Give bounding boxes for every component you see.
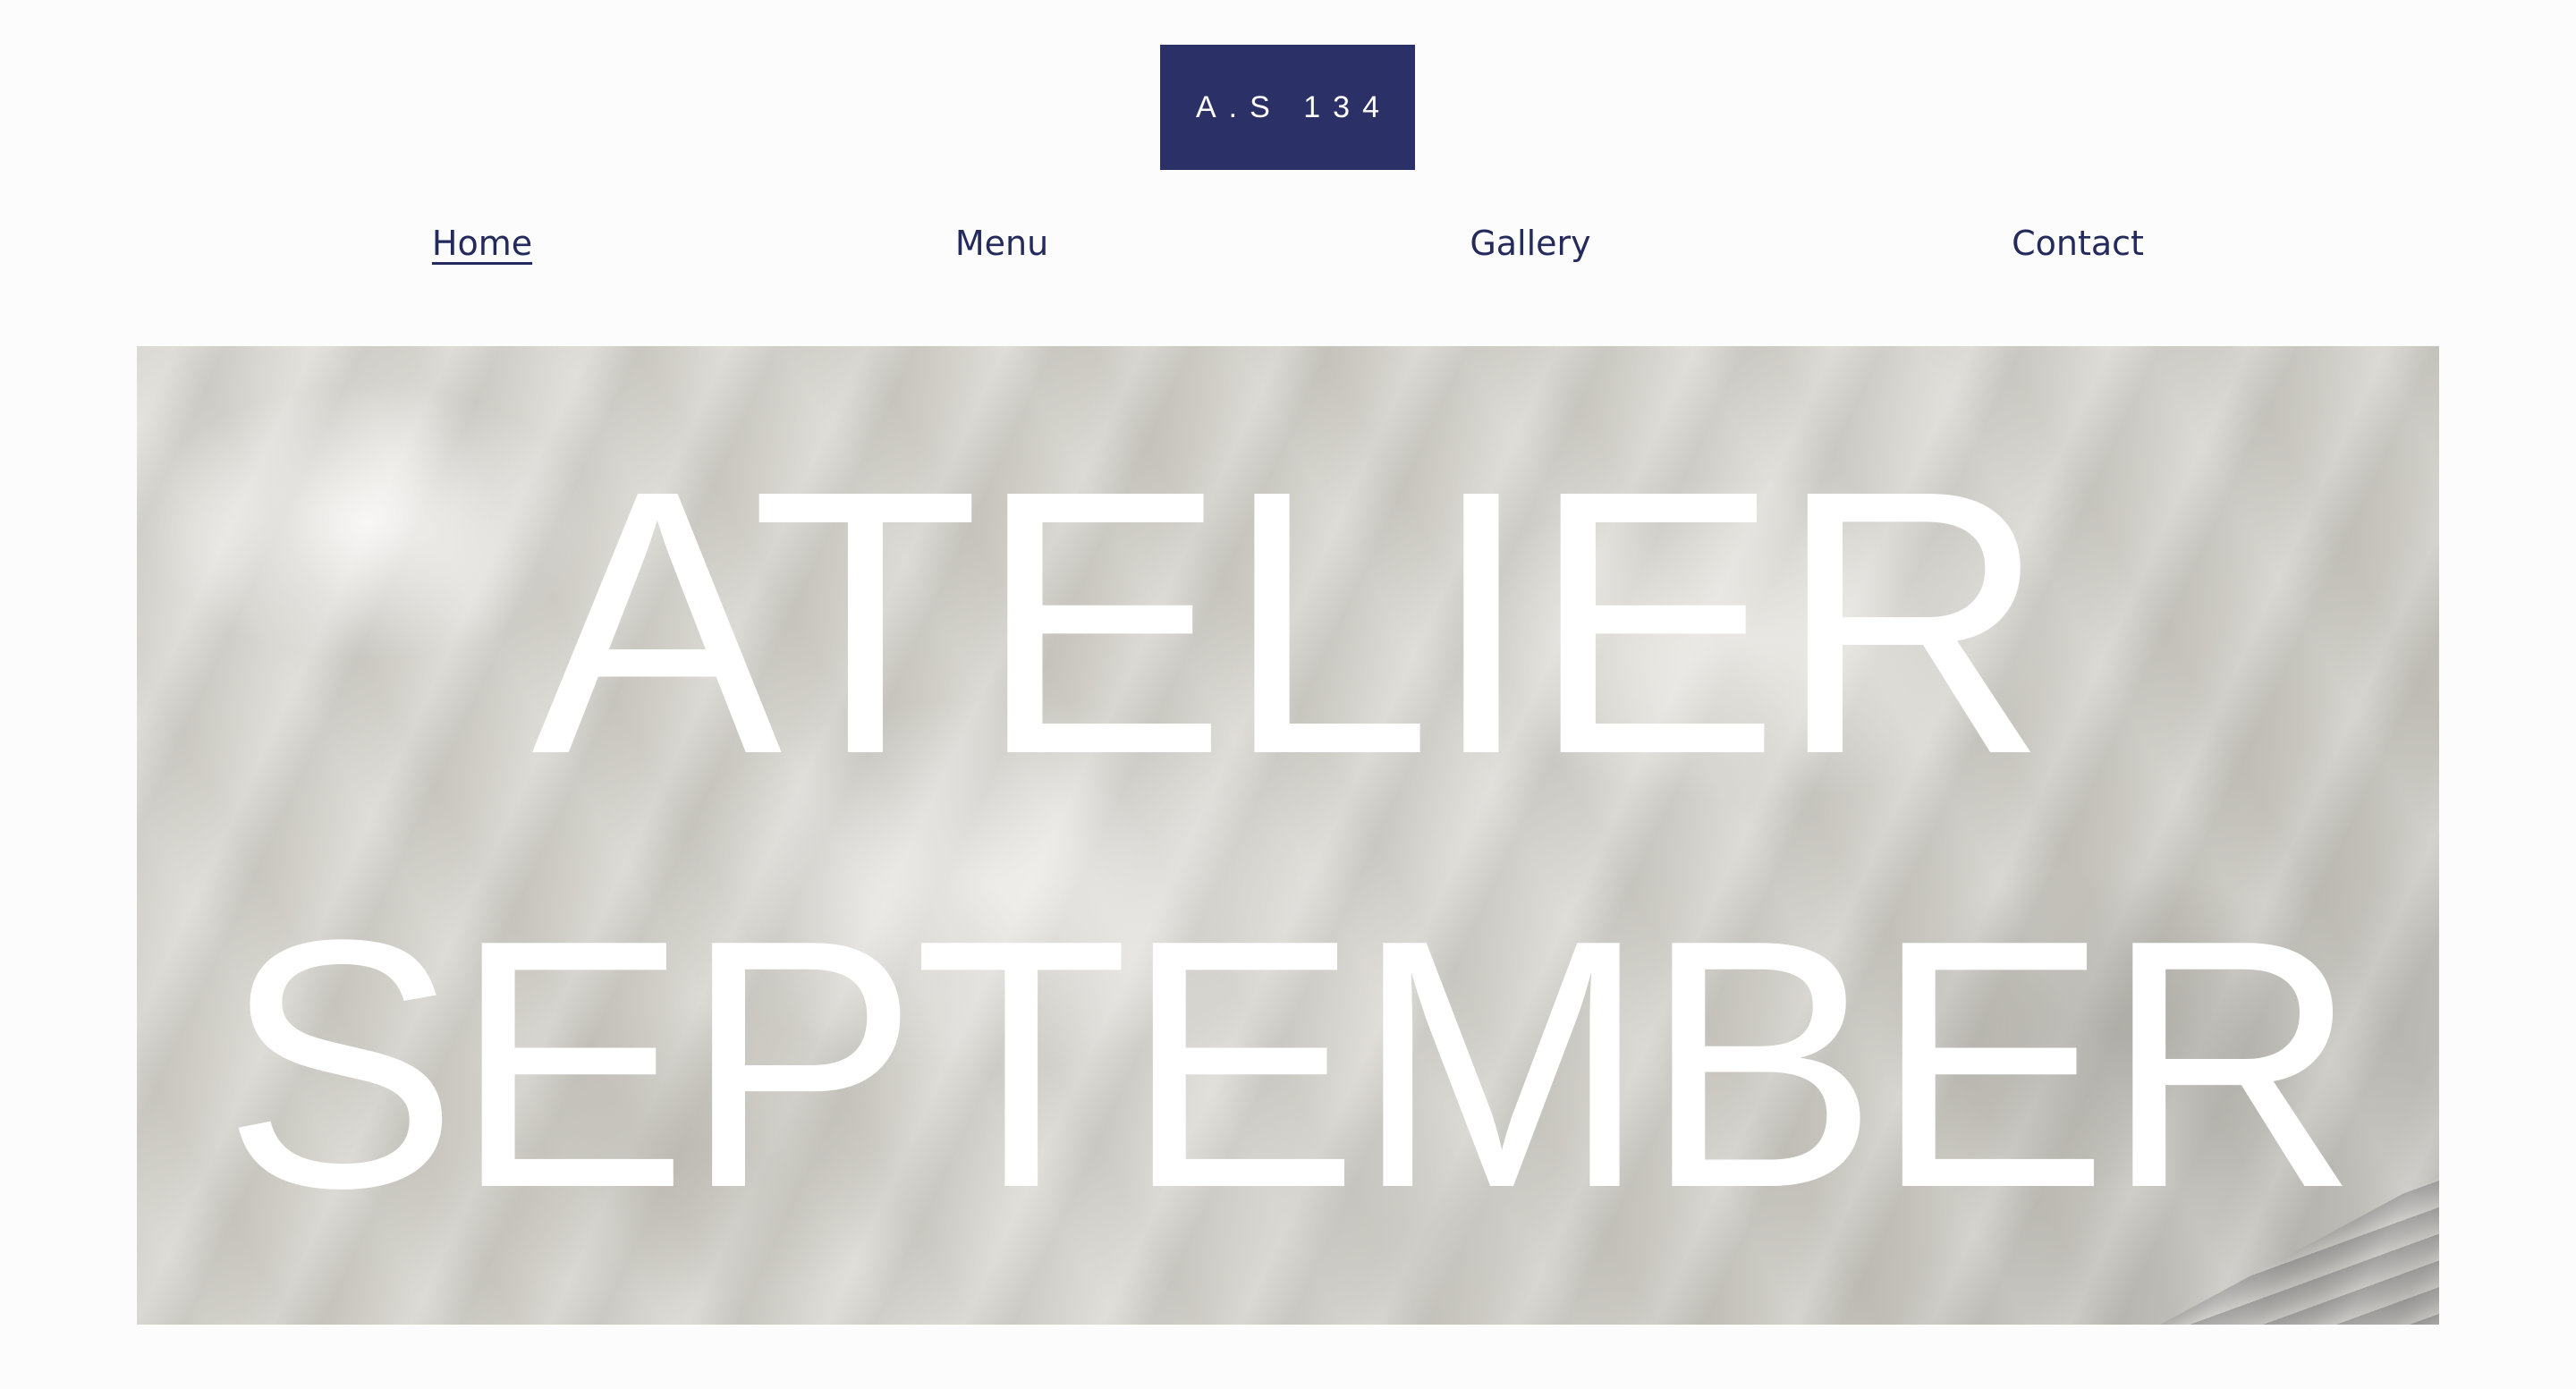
nav-link-home[interactable]: Home xyxy=(432,224,532,270)
nav-link-contact[interactable]: Contact xyxy=(2012,224,2144,270)
nav-link-gallery[interactable]: Gallery xyxy=(1470,224,1590,270)
hero-title: ATELIER SEPTEMBER xyxy=(137,346,2439,1325)
hero-banner-image: ATELIER SEPTEMBER xyxy=(137,346,2439,1325)
hero-title-line-1: ATELIER xyxy=(531,413,2047,833)
nav-link-menu[interactable]: Menu xyxy=(955,224,1048,270)
logo-button[interactable]: A.S 134 xyxy=(1160,45,1415,170)
hero-title-line-2: SEPTEMBER xyxy=(222,866,2359,1261)
